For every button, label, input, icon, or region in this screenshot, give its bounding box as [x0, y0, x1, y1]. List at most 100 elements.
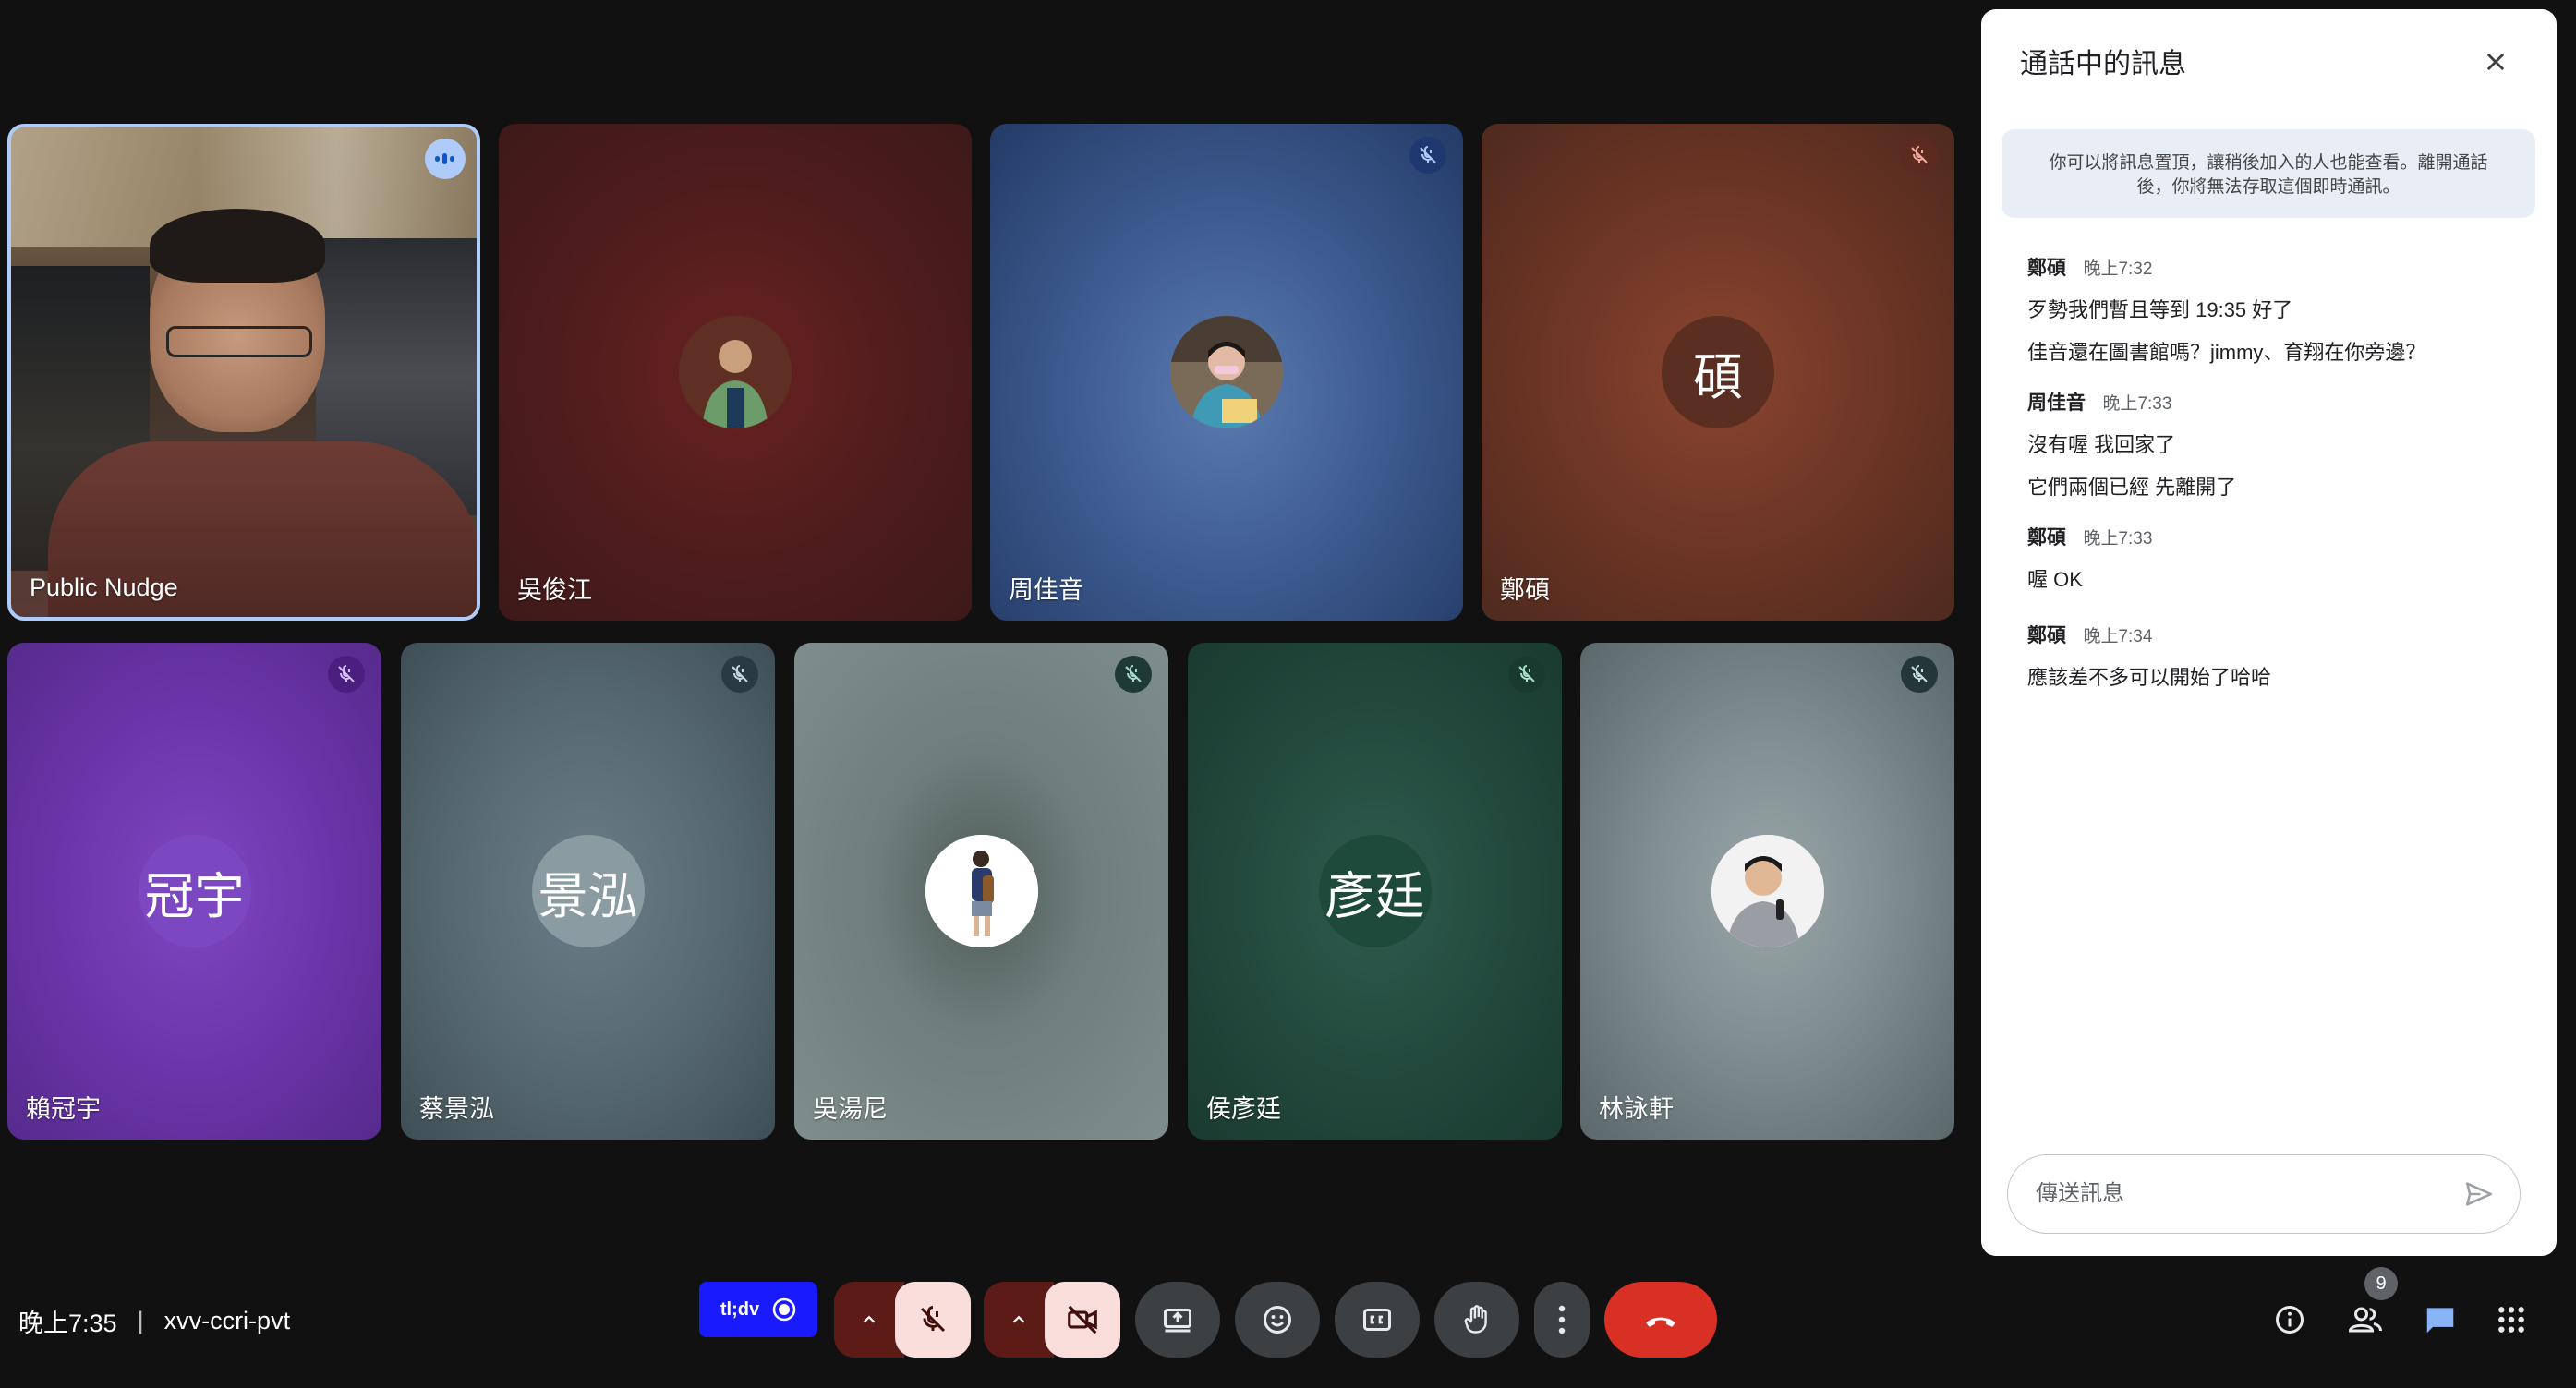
person-glasses — [166, 326, 312, 357]
message-header: 鄭碩 晚上7:32 — [2027, 253, 2425, 281]
message-text: 喔 OK — [2027, 568, 2083, 591]
message-header: 周佳音 晚上7:33 — [2027, 388, 2236, 416]
end-call-button[interactable] — [1604, 1282, 1717, 1358]
meeting-separator: | — [137, 1306, 144, 1334]
send-icon — [2465, 1182, 2493, 1206]
muted-badge — [1115, 656, 1152, 693]
meeting-code: xvv-ccri-pvt — [163, 1306, 291, 1334]
speaking-indicator — [425, 139, 466, 179]
message-sender: 鄭碩 — [2027, 625, 2066, 646]
raise-hand-button[interactable] — [1434, 1282, 1519, 1358]
chat-notice-line-1: 你可以將訊息置頂，讓稍後加入的人也能查看。離開通話 — [2049, 153, 2488, 173]
people-icon — [2348, 1307, 2382, 1333]
participant-name: 賴冠宇 — [26, 1095, 101, 1123]
activities-button[interactable] — [2488, 1297, 2534, 1343]
message-time: 晚上7:33 — [2102, 394, 2172, 414]
mic-off-icon — [1417, 146, 1439, 166]
chevron-up-icon — [1012, 1315, 1025, 1323]
emoji-icon — [1264, 1306, 1291, 1334]
chat-message: 周佳音 晚上7:33 沒有喔 我回家了 它們兩個已經 先離開了 — [2027, 388, 2236, 501]
close-chat-button[interactable] — [2473, 39, 2519, 85]
chat-title: 通話中的訊息 — [2020, 49, 2186, 79]
person-photo-icon — [679, 316, 792, 428]
emoji-button[interactable] — [1235, 1282, 1320, 1358]
participant-tile-7[interactable]: 吳湯尼 — [794, 643, 1168, 1140]
meeting-info: 晚上7:35 | xvv-ccri-pvt — [18, 1302, 290, 1339]
camera-options-button[interactable] — [984, 1282, 1054, 1358]
chat-message: 鄭碩 晚上7:34 應該差不多可以開始了哈哈 — [2027, 621, 2271, 691]
participant-name: 林詠軒 — [1599, 1095, 1674, 1123]
record-icon — [772, 1297, 796, 1322]
muted-badge — [1508, 656, 1545, 693]
mic-toggle-button[interactable] — [895, 1282, 971, 1358]
chat-notice: 你可以將訊息置頂，讓稍後加入的人也能查看。離開通話 後，你將無法存取這個即時通訊… — [2002, 129, 2535, 218]
participant-tile-public-nudge[interactable]: Public Nudge — [7, 124, 480, 621]
people-button[interactable] — [2340, 1297, 2391, 1343]
message-header: 鄭碩 晚上7:34 — [2027, 621, 2271, 648]
participant-tile-3[interactable]: 周佳音 — [990, 124, 1463, 621]
participant-tile-5[interactable]: 冠宇 賴冠宇 — [7, 643, 381, 1140]
message-header: 鄭碩 晚上7:33 — [2027, 523, 2152, 550]
person-photo-icon — [925, 835, 1038, 947]
camera-toggle-button[interactable] — [1045, 1282, 1120, 1358]
participant-name: Public Nudge — [30, 573, 178, 601]
participant-avatar — [925, 835, 1038, 947]
participant-tile-8[interactable]: 彥廷 侯彥廷 — [1188, 643, 1562, 1140]
send-button[interactable] — [2457, 1172, 2501, 1216]
participant-name: 蔡景泓 — [419, 1095, 494, 1123]
message-sender: 鄭碩 — [2027, 258, 2066, 279]
participant-initial-avatar: 彥廷 — [1318, 835, 1432, 947]
chat-button[interactable] — [2414, 1297, 2466, 1343]
participant-initial-avatar: 景泓 — [531, 835, 645, 947]
participant-name: 鄭碩 — [1500, 576, 1550, 604]
meeting-details-button[interactable] — [2267, 1297, 2313, 1343]
chat-input[interactable] — [2036, 1176, 2442, 1213]
mic-off-icon — [338, 665, 355, 682]
muted-badge — [721, 656, 758, 693]
captions-button[interactable] — [1335, 1282, 1420, 1358]
participant-name: 周佳音 — [1009, 576, 1083, 604]
apps-grid-icon — [2498, 1307, 2524, 1333]
raise-hand-icon — [1464, 1305, 1487, 1334]
muted-badge — [328, 656, 365, 693]
chat-input-container — [2007, 1154, 2521, 1234]
info-icon — [2276, 1306, 2304, 1334]
message-time: 晚上7:34 — [2083, 627, 2153, 646]
chat-message: 鄭碩 晚上7:32 歹勢我們暫且等到 19:35 好了 佳音還在圖書館嗎？jim… — [2027, 253, 2425, 366]
message-text: 歹勢我們暫且等到 19:35 好了 — [2027, 298, 2293, 321]
present-button[interactable] — [1135, 1282, 1220, 1358]
chat-message: 鄭碩 晚上7:33 喔 OK — [2027, 523, 2152, 593]
participant-avatar — [1170, 316, 1283, 428]
captions-icon — [1363, 1309, 1391, 1331]
mic-options-button[interactable] — [834, 1282, 904, 1358]
participant-name: 吳湯尼 — [813, 1095, 888, 1123]
person-hair — [150, 209, 325, 283]
message-text: 佳音還在圖書館嗎？jimmy、育翔在你旁邊？ — [2027, 341, 2426, 364]
message-text: 它們兩個已經 先離開了 — [2027, 476, 2237, 499]
camera-off-icon — [1068, 1305, 1097, 1334]
participant-tile-2[interactable]: 吳俊江 — [499, 124, 972, 621]
chat-notice-line-2: 後，你將無法存取這個即時通訊。 — [2136, 177, 2401, 197]
muted-badge — [1409, 137, 1446, 174]
person-photo-icon — [1170, 316, 1283, 428]
message-text: 沒有喔 我回家了 — [2027, 433, 2176, 456]
message-sender: 周佳音 — [2027, 392, 2086, 414]
more-vert-icon — [1558, 1305, 1566, 1334]
chevron-up-icon — [863, 1315, 876, 1323]
person-photo-icon — [1711, 835, 1824, 947]
participant-name: 吳俊江 — [517, 576, 592, 604]
close-icon — [2486, 53, 2505, 71]
participant-tile-4[interactable]: 碩 鄭碩 — [1482, 124, 1954, 621]
meeting-time: 晚上7:35 — [18, 1309, 117, 1337]
end-call-icon — [1646, 1317, 1675, 1327]
participant-tile-9[interactable]: 林詠軒 — [1580, 643, 1954, 1140]
participant-initial-avatar: 碩 — [1662, 316, 1774, 428]
participant-tile-6[interactable]: 景泓 蔡景泓 — [401, 643, 775, 1140]
present-icon — [1164, 1309, 1191, 1333]
message-time: 晚上7:32 — [2083, 259, 2153, 279]
tldv-label: tl;dv — [720, 1298, 760, 1320]
more-options-button[interactable] — [1534, 1282, 1590, 1358]
tldv-button[interactable]: tl;dv — [699, 1282, 817, 1337]
participant-count-badge: 9 — [2364, 1267, 2398, 1300]
mic-off-icon — [920, 1306, 946, 1333]
